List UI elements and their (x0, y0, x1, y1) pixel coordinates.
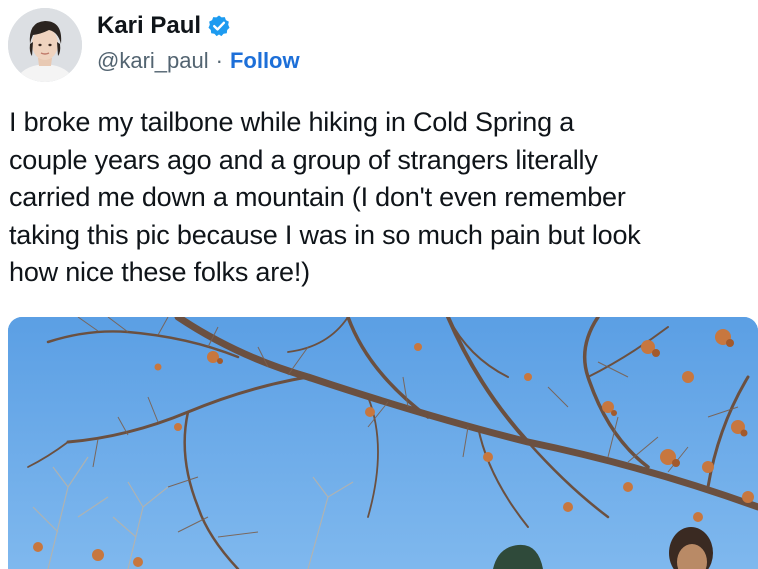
tweet-text-line: how nice these folks are!) (9, 257, 310, 287)
author-handle-row: @kari_paul · Follow (97, 46, 300, 76)
avatar[interactable] (8, 8, 82, 82)
verified-badge-icon (207, 14, 231, 38)
author-display-name[interactable]: Kari Paul (97, 12, 201, 40)
tweet-text-line: I broke my tailbone while hiking in Cold… (9, 107, 575, 137)
tweet-text: I broke my tailbone while hiking in Cold… (9, 104, 754, 292)
separator-dot: · (215, 48, 223, 73)
avatar-image (8, 8, 82, 82)
author-handle[interactable]: @kari_paul (97, 48, 209, 74)
tweet-text-line: taking this pic because I was in so much… (9, 219, 641, 250)
photo-image (8, 317, 758, 569)
tweet-text-line: carried me down a mountain (I don't even… (9, 182, 626, 212)
tweet-card: Kari Paul @kari_paul · Follow I broke my… (0, 0, 758, 569)
tweet-photo[interactable] (8, 317, 758, 569)
follow-button[interactable]: Follow (230, 48, 300, 74)
author-name-row: Kari Paul (97, 10, 231, 42)
tweet-text-line: couple years ago and a group of stranger… (9, 144, 598, 175)
